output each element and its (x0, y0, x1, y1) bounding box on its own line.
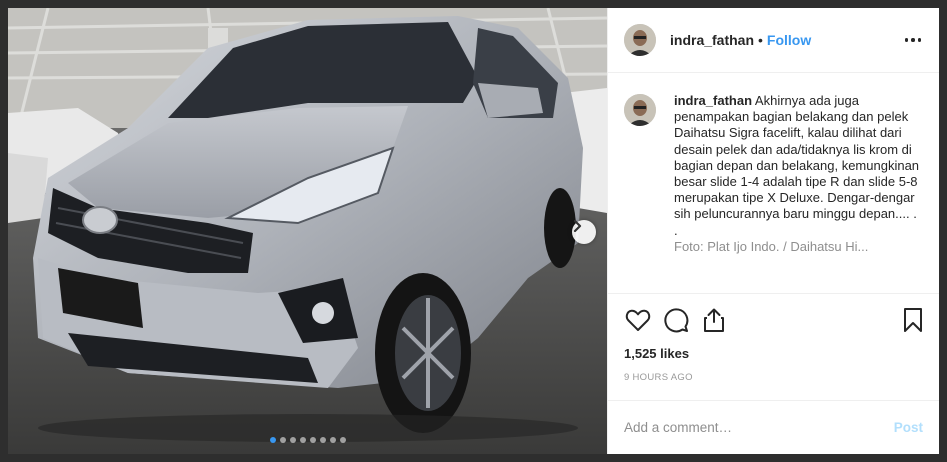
carousel-dot (299, 437, 306, 443)
user-photo-icon (624, 94, 656, 126)
avatar[interactable] (624, 94, 656, 126)
post-modal: indra_fathan • Follow indra_fathan Akhir… (0, 0, 947, 462)
comment-bubble-icon (664, 308, 689, 333)
caption-username[interactable]: indra_fathan (674, 93, 752, 108)
header-username[interactable]: indra_fathan (670, 32, 754, 48)
user-photo-icon (624, 24, 656, 56)
carousel-dot (319, 437, 326, 443)
avatar[interactable] (624, 24, 656, 56)
carousel-dot (329, 437, 336, 443)
chevron-right-icon (573, 220, 582, 232)
more-options-button[interactable] (903, 38, 923, 42)
more-options-icon (917, 38, 922, 42)
like-count[interactable]: 1,525 likes (624, 346, 923, 361)
car-photo-illustration (8, 8, 607, 454)
caption-area[interactable]: indra_fathan Akhirnya ada juga penampaka… (608, 73, 939, 293)
caption-cut-line: Foto: Plat Ijo Indo. / Daihatsu Hi... (674, 238, 869, 254)
more-options-icon (911, 38, 915, 42)
follow-button[interactable]: Follow (767, 32, 811, 48)
post-sidebar: indra_fathan • Follow indra_fathan Akhir… (607, 8, 939, 454)
add-comment-bar: Post (608, 400, 939, 454)
carousel-dot (309, 437, 316, 443)
carousel-dot (279, 437, 286, 443)
heart-icon (625, 309, 651, 331)
header-separator: • (758, 32, 763, 48)
carousel-indicator (8, 437, 607, 443)
like-button[interactable] (624, 306, 652, 334)
comment-button[interactable] (662, 306, 690, 334)
post-actions: 1,525 likes 9 HOURS AGO (608, 293, 939, 390)
more-options-icon (904, 38, 909, 42)
save-button[interactable] (899, 306, 927, 334)
comment-input[interactable] (624, 420, 894, 435)
next-slide-button[interactable] (572, 220, 596, 244)
carousel-dot (339, 437, 346, 443)
post-photo[interactable] (8, 8, 607, 454)
post-header: indra_fathan • Follow (608, 8, 939, 73)
carousel-dot (289, 437, 296, 443)
share-icon (704, 308, 724, 332)
carousel-dot (269, 437, 276, 443)
caption-text: Akhirnya ada juga penampakan bagian bela… (674, 93, 920, 222)
bookmark-icon (904, 308, 922, 332)
share-button[interactable] (700, 306, 728, 334)
caption: indra_fathan Akhirnya ada juga penampaka… (674, 93, 923, 293)
action-bar (624, 303, 923, 337)
caption-dot-line: . (674, 222, 678, 238)
post-timestamp[interactable]: 9 HOURS AGO (624, 372, 923, 383)
post-comment-button[interactable]: Post (894, 420, 923, 435)
